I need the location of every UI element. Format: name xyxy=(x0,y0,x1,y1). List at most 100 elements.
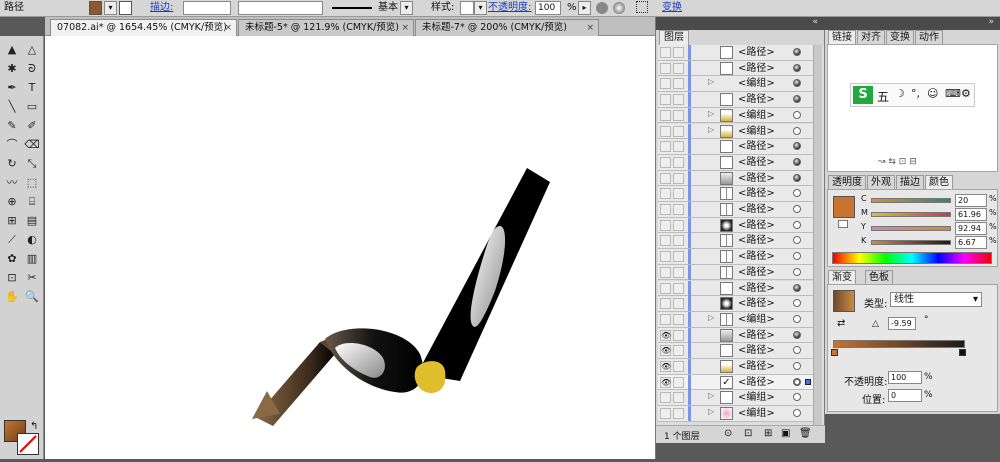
target-circle[interactable] xyxy=(793,189,801,198)
blob-brush-icon[interactable]: ⌒ xyxy=(3,136,21,153)
tab-transparency[interactable]: 透明度 xyxy=(828,175,866,189)
target-circle[interactable] xyxy=(793,267,801,276)
expand-icon[interactable]: ▷ xyxy=(708,77,714,86)
close-icon[interactable]: × xyxy=(401,20,409,36)
visibility-toggle[interactable] xyxy=(660,125,671,137)
tab-layers[interactable]: 图层 xyxy=(659,30,689,45)
close-icon[interactable]: × xyxy=(224,20,232,36)
lock-toggle[interactable] xyxy=(673,62,684,74)
new-sublayer-icon[interactable]: ⊞ xyxy=(764,428,772,439)
layer-row[interactable]: <路径> xyxy=(658,296,821,312)
tab-gradient[interactable]: 渐变 xyxy=(828,270,856,284)
magic-wand-icon[interactable]: ✱ xyxy=(3,60,21,77)
visibility-toggle[interactable] xyxy=(660,172,671,184)
layer-row[interactable]: ▷ <编组> xyxy=(658,311,821,328)
opacity-field[interactable]: 100 xyxy=(535,1,561,15)
wrench-icon[interactable]: ⚙ xyxy=(961,87,971,100)
slider-cyan[interactable]: C 20 % xyxy=(861,194,999,208)
gradient-stop-start[interactable] xyxy=(831,349,838,356)
tab-transform[interactable]: 变换 xyxy=(886,30,914,44)
fill-dropdown[interactable]: ▾ xyxy=(104,1,117,15)
shape-builder-icon[interactable]: ⊕ xyxy=(3,193,21,210)
free-transform-icon[interactable]: ⬚ xyxy=(23,174,41,191)
target-circle[interactable] xyxy=(793,283,801,292)
target-circle[interactable] xyxy=(793,95,801,104)
layer-row[interactable]: <路径> xyxy=(658,264,821,281)
target-circle[interactable] xyxy=(793,409,801,418)
lock-toggle[interactable] xyxy=(673,109,684,121)
perspective-icon[interactable]: ⌸ xyxy=(23,193,41,210)
visibility-toggle[interactable] xyxy=(660,298,671,310)
current-color-swatch[interactable] xyxy=(833,196,855,218)
lock-toggle[interactable] xyxy=(673,141,684,153)
expand-icon[interactable]: ▷ xyxy=(708,391,714,400)
warp-icon[interactable]: 〰 xyxy=(3,174,21,191)
layer-row[interactable]: <路径> xyxy=(658,92,821,108)
visibility-toggle[interactable] xyxy=(660,141,671,153)
layer-row[interactable]: 👁 <路径> xyxy=(658,359,821,375)
visibility-toggle[interactable]: 👁 xyxy=(660,345,671,357)
line-icon[interactable]: ╲ xyxy=(3,98,21,115)
visibility-toggle[interactable] xyxy=(660,235,671,247)
gradient-icon[interactable]: ▤ xyxy=(23,212,41,229)
visibility-toggle[interactable] xyxy=(660,156,671,168)
target-circle[interactable] xyxy=(793,126,801,135)
layer-row[interactable]: ▷ <编组> xyxy=(658,123,821,140)
pen-icon[interactable]: ✒ xyxy=(3,79,21,96)
spoon-artwork[interactable] xyxy=(252,168,550,426)
tab-appearance[interactable]: 外观 xyxy=(867,175,895,189)
globe-icon[interactable] xyxy=(613,2,625,14)
swap-colors-icon[interactable]: ↰ xyxy=(30,421,38,432)
target-circle[interactable] xyxy=(793,79,801,88)
doc-tab-3[interactable]: 未标题-7* @ 200% (CMYK/预览) × xyxy=(415,19,599,36)
lock-toggle[interactable] xyxy=(673,47,684,58)
align-icon[interactable] xyxy=(636,1,648,13)
slider-black[interactable]: K 6.67 % xyxy=(861,236,999,250)
layer-row[interactable]: <路径> xyxy=(658,280,821,297)
lock-toggle[interactable] xyxy=(673,188,684,200)
recolor-icon[interactable] xyxy=(596,2,608,14)
lasso-icon[interactable]: ᘐ xyxy=(23,60,41,77)
color-spectrum[interactable] xyxy=(832,252,992,264)
visibility-toggle[interactable] xyxy=(660,408,671,420)
clipping-mask-icon[interactable]: ⊡ xyxy=(744,428,752,439)
target-circle[interactable] xyxy=(793,346,801,355)
layer-row[interactable]: <路径> xyxy=(658,139,821,155)
transform-link[interactable]: 变换 xyxy=(662,2,682,14)
ime-mode[interactable]: 五 xyxy=(877,88,889,105)
pencil-icon[interactable]: ✐ xyxy=(23,117,41,134)
lock-toggle[interactable] xyxy=(673,156,684,168)
blend-icon[interactable]: ◐ xyxy=(23,231,41,248)
tab-swatches[interactable]: 色板 xyxy=(865,270,893,284)
visibility-toggle[interactable] xyxy=(660,62,671,74)
lock-toggle[interactable] xyxy=(673,235,684,247)
gradient-type-select[interactable]: 线性 ▾ xyxy=(890,292,982,307)
tab-color[interactable]: 颜色 xyxy=(925,175,953,189)
gradient-slider[interactable] xyxy=(833,340,965,348)
new-layer-icon[interactable]: ▣ xyxy=(781,428,790,439)
layer-row[interactable]: 👁 ✓ <路径> xyxy=(658,374,821,391)
links-toolbar-icons[interactable]: ↝ ⇆ ⊡ ⊟ xyxy=(878,157,917,167)
visibility-toggle[interactable] xyxy=(660,251,671,263)
lock-toggle[interactable] xyxy=(673,204,684,215)
visibility-toggle[interactable] xyxy=(660,266,671,278)
target-circle[interactable] xyxy=(793,205,801,213)
visibility-toggle[interactable] xyxy=(660,78,671,90)
stroke-mini-swatch[interactable] xyxy=(838,220,848,228)
expand-icon[interactable]: ▷ xyxy=(708,125,714,134)
target-circle[interactable] xyxy=(793,252,801,261)
fill-swatch[interactable] xyxy=(89,1,102,15)
layer-row[interactable]: ▷ <编组> xyxy=(658,406,821,422)
layer-row[interactable]: 👁 <路径> xyxy=(658,343,821,359)
lock-toggle[interactable] xyxy=(673,298,684,310)
stroke-swatch[interactable] xyxy=(119,1,132,15)
eyedropper-icon[interactable]: ⟋ xyxy=(3,231,21,248)
layer-row[interactable]: 👁 <路径> xyxy=(658,327,821,344)
target-circle[interactable] xyxy=(793,220,801,229)
layer-row[interactable]: ▷ <编组> xyxy=(658,390,821,407)
stroke-weight-field[interactable] xyxy=(183,1,231,15)
target-circle[interactable] xyxy=(793,393,801,402)
tab-stroke[interactable]: 描边 xyxy=(896,175,924,189)
visibility-toggle[interactable] xyxy=(660,204,671,215)
target-circle[interactable] xyxy=(793,362,801,370)
